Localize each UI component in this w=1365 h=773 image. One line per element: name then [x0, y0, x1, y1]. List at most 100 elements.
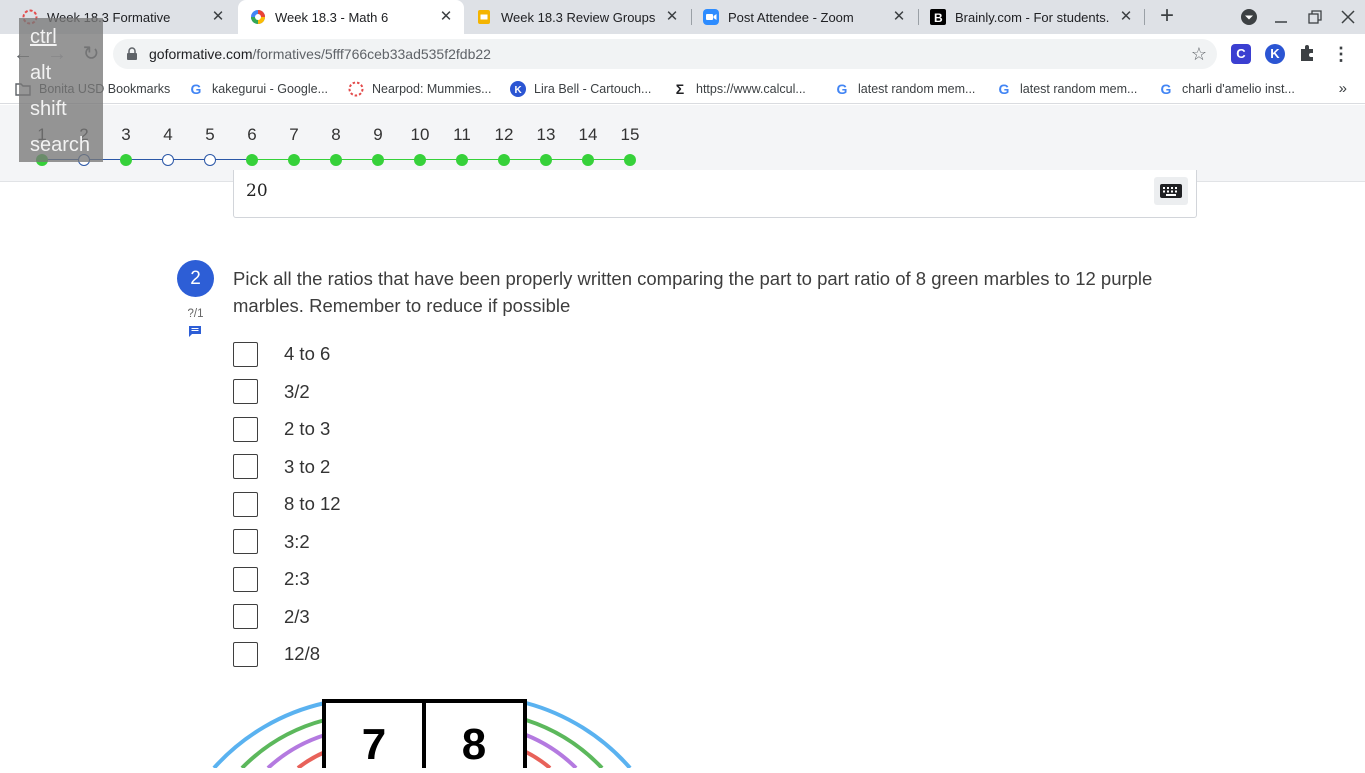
- choice-label: 2/3: [284, 605, 310, 627]
- brainly-icon: B: [930, 9, 946, 25]
- answer-choice[interactable]: 3 to 2: [233, 454, 330, 480]
- google-icon: G: [836, 81, 848, 97]
- answer-choice[interactable]: 2/3: [233, 604, 310, 630]
- answer-choice[interactable]: 4 to 6: [233, 341, 330, 367]
- tab-title: Week 18.3 Review Groups - G: [501, 9, 658, 25]
- question-nav-number[interactable]: 15: [615, 125, 645, 145]
- tab-math-6[interactable]: Week 18.3 - Math 6 ✕: [238, 0, 464, 34]
- tab-zoom[interactable]: Post Attendee - Zoom ✕: [691, 0, 917, 34]
- choice-checkbox[interactable]: [233, 604, 258, 629]
- question-nav-dot[interactable]: [414, 154, 426, 166]
- question-nav-dot[interactable]: [624, 154, 636, 166]
- question-nav-number[interactable]: 8: [321, 125, 351, 145]
- bookmark-item[interactable]: G latest random mem...: [834, 80, 976, 98]
- choice-checkbox[interactable]: [233, 454, 258, 479]
- address-bar[interactable]: goformative.com/formatives/5fff766ceb33a…: [113, 39, 1217, 69]
- question-nav-dot[interactable]: [498, 154, 510, 166]
- choice-checkbox[interactable]: [233, 641, 258, 667]
- keyboard-icon[interactable]: [1154, 177, 1188, 205]
- shift-key-label: shift: [30, 98, 67, 120]
- choice-checkbox[interactable]: [233, 379, 258, 404]
- question-nav-number[interactable]: 3: [111, 125, 141, 145]
- answer-choice[interactable]: 3:2: [233, 529, 310, 555]
- question-nav-dot[interactable]: [330, 154, 342, 166]
- question-nav-number[interactable]: 13: [531, 125, 561, 145]
- comment-icon[interactable]: [188, 325, 202, 343]
- question-number-badge: 2: [177, 260, 214, 297]
- close-icon[interactable]: ✕: [664, 9, 680, 25]
- question-score: ?/1: [187, 308, 204, 320]
- minimize-icon[interactable]: [1270, 6, 1292, 28]
- question-nav-dot[interactable]: [540, 154, 552, 166]
- choice-checkbox[interactable]: [233, 529, 258, 554]
- question-nav-dot[interactable]: [204, 154, 216, 166]
- close-icon[interactable]: ✕: [438, 9, 454, 25]
- bookmark-label: https://www.calcul...: [696, 82, 806, 96]
- bookmark-item[interactable]: Nearpod: Mummies...: [348, 80, 491, 98]
- restore-icon[interactable]: [1304, 6, 1326, 28]
- more-menu-icon[interactable]: ⋮: [1331, 44, 1351, 64]
- question-nav-dot[interactable]: [162, 154, 174, 166]
- zoom-icon: [703, 9, 719, 25]
- choice-checkbox[interactable]: [233, 566, 258, 592]
- question-nav-number[interactable]: 5: [195, 125, 225, 145]
- question-nav-dot[interactable]: [120, 154, 132, 166]
- bookmark-item[interactable]: G charli d'amelio inst...: [1158, 80, 1295, 98]
- tab-separator: [1144, 9, 1145, 25]
- question-nav-number[interactable]: 12: [489, 125, 519, 145]
- question-nav-dot[interactable]: [456, 154, 468, 166]
- keyboard-modifier-overlay: ctrl alt shift search: [19, 18, 103, 162]
- choice-checkbox[interactable]: [233, 491, 258, 517]
- close-window-icon[interactable]: [1337, 6, 1359, 28]
- question-nav-dot[interactable]: [372, 154, 384, 166]
- google-slides-icon: [476, 9, 492, 25]
- choice-checkbox[interactable]: [233, 341, 258, 367]
- close-icon[interactable]: ✕: [1118, 9, 1134, 25]
- bookmark-label: latest random mem...: [858, 82, 976, 96]
- choice-label: 2:3: [284, 568, 310, 589]
- question-nav-number[interactable]: 9: [363, 125, 393, 145]
- question-nav-dot[interactable]: [246, 154, 258, 166]
- more-bookmarks-button[interactable]: »: [1339, 80, 1347, 97]
- previous-answer-field[interactable]: 20: [233, 170, 1197, 218]
- question-nav-number[interactable]: 10: [405, 125, 435, 145]
- bookmark-star-icon[interactable]: ☆: [1191, 44, 1207, 64]
- svg-text:B: B: [934, 11, 943, 25]
- question-nav-number[interactable]: 6: [237, 125, 267, 145]
- tab-review-groups[interactable]: Week 18.3 Review Groups - G ✕: [464, 0, 690, 34]
- question-nav-number[interactable]: 4: [153, 125, 183, 145]
- choice-label: 3:2: [284, 530, 310, 552]
- close-icon[interactable]: ✕: [891, 9, 907, 25]
- bookmark-item[interactable]: Σ https://www.calcul...: [672, 80, 806, 98]
- alt-key-label: alt: [30, 62, 52, 84]
- tab-search-icon[interactable]: [1238, 6, 1260, 28]
- choice-label: 4 to 6: [284, 343, 331, 364]
- extensions-puzzle-icon[interactable]: [1297, 44, 1317, 64]
- choice-checkbox[interactable]: [233, 416, 258, 442]
- bookmark-item[interactable]: G latest random mem...: [996, 80, 1138, 98]
- bookmark-label: latest random mem...: [1020, 82, 1138, 96]
- tab-brainly[interactable]: B Brainly.com - For students. B ✕: [918, 0, 1144, 34]
- answer-choice[interactable]: 2 to 3: [233, 416, 330, 442]
- bookmark-item[interactable]: G kakegurui - Google...: [188, 80, 329, 98]
- answer-choice[interactable]: 3/2: [233, 379, 310, 405]
- close-icon[interactable]: ✕: [210, 9, 226, 25]
- extension-c-icon[interactable]: C: [1231, 44, 1251, 64]
- answer-choice[interactable]: 2:3: [233, 566, 310, 592]
- bookmark-item[interactable]: K Lira Bell - Cartouch...: [510, 80, 651, 98]
- question-nav-number[interactable]: 7: [279, 125, 309, 145]
- figure-left-number: 7: [362, 720, 386, 768]
- question-nav-number[interactable]: 11: [447, 125, 477, 145]
- extension-k-icon[interactable]: K: [1265, 44, 1285, 64]
- new-tab-button[interactable]: +: [1155, 4, 1179, 29]
- answer-choice[interactable]: 12/8: [233, 641, 320, 667]
- ctrl-key-label: ctrl: [30, 26, 57, 48]
- google-icon: G: [1160, 81, 1172, 97]
- browser-toolbar: ← → ↻ goformative.com/formatives/5fff766…: [0, 34, 1365, 74]
- question-nav-dot[interactable]: [288, 154, 300, 166]
- question-nav-dot[interactable]: [582, 154, 594, 166]
- question-nav-number[interactable]: 14: [573, 125, 603, 145]
- answer-choice[interactable]: 8 to 12: [233, 491, 341, 517]
- google-icon: G: [998, 81, 1010, 97]
- bookmark-label: kakegurui - Google...: [212, 82, 329, 96]
